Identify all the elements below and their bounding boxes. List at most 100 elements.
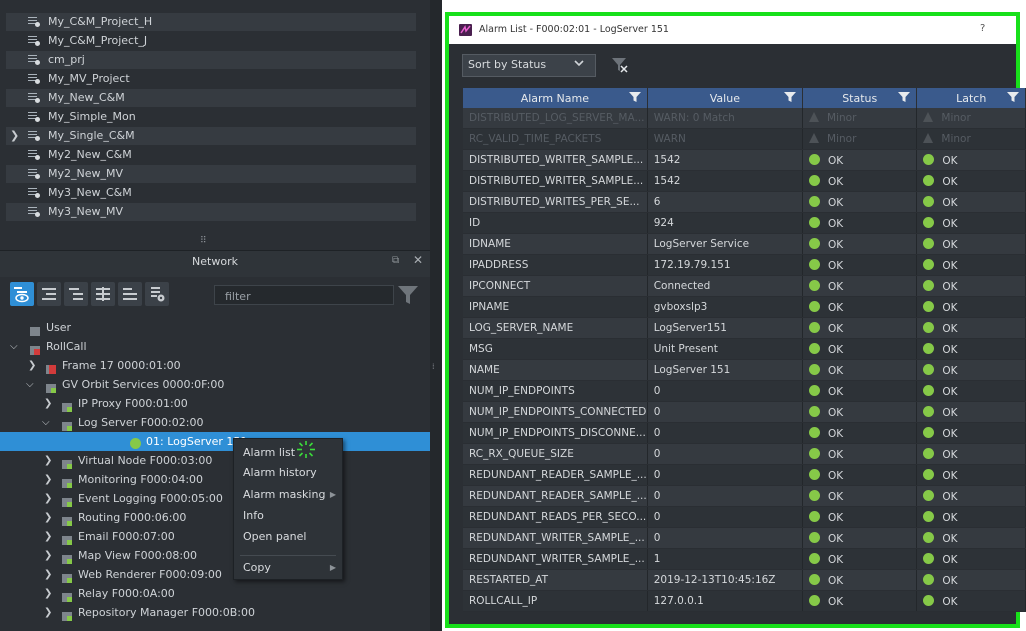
column-filter-icon[interactable]	[784, 91, 797, 106]
column-filter-icon[interactable]	[1007, 91, 1019, 106]
table-row[interactable]: REDUNDANT_WRITER_SAMPLE_... 1 OK OK	[463, 548, 1026, 570]
chevron-down-icon[interactable]: ⌵	[42, 413, 50, 432]
chevron-right-icon[interactable]: ❯	[44, 508, 52, 527]
table-row[interactable]: REDUNDANT_READS_PER_SECO... 0 OK OK	[463, 506, 1026, 528]
chevron-right-icon[interactable]: ❯	[28, 356, 36, 375]
column-header-status[interactable]: Status	[802, 88, 918, 108]
table-row[interactable]: NUM_IP_ENDPOINTS_CONNECTED 0 OK OK	[463, 401, 1026, 423]
expand-all-icon[interactable]	[91, 282, 115, 306]
table-row[interactable]: IPCONNECT Connected OK OK	[463, 275, 1026, 297]
table-row[interactable]: DISTRIBUTED_LOG_SERVER_MA... WARN: 0 Matc…	[463, 108, 1026, 129]
chevron-down-icon[interactable]	[573, 57, 585, 72]
column-header-alarm-name[interactable]: Alarm Name	[463, 88, 648, 108]
chevron-right-icon[interactable]: ❯	[44, 603, 52, 622]
project-item[interactable]: My_C&M_Project_H	[6, 13, 416, 31]
menu-item[interactable]: Open panel	[234, 527, 342, 547]
chevron-right-icon[interactable]: ❯	[44, 565, 52, 584]
table-row[interactable]: NUM_IP_ENDPOINTS_DISCONNE... 0 OK OK	[463, 422, 1026, 444]
table-row[interactable]: RC_RX_QUEUE_SIZE 0 OK OK	[463, 443, 1026, 465]
table-row[interactable]: MSG Unit Present OK OK	[463, 338, 1026, 360]
table-row[interactable]: RESTARTED_AT 2019-12-13T10:45:16Z OK OK	[463, 569, 1026, 591]
project-item[interactable]: cm_prj	[6, 51, 416, 69]
tree-node[interactable]: ❯ IP Proxy F000:01:00	[0, 394, 430, 413]
splitter-grip-icon[interactable]: ⠿	[200, 237, 214, 246]
project-item[interactable]: My_Simple_Mon	[6, 108, 416, 126]
table-row[interactable]: ID 924 OK OK	[463, 212, 1026, 234]
service-icon	[62, 418, 72, 431]
pane-splitter[interactable]	[430, 0, 442, 631]
table-row[interactable]: LOG_SERVER_NAME LogServer151 OK OK	[463, 317, 1026, 339]
tree-node[interactable]: ❯ Routing F000:06:00	[0, 508, 430, 527]
menu-item[interactable]: Copy ▶	[234, 558, 342, 578]
tree-node[interactable]: User	[0, 318, 430, 337]
expand-tree-icon[interactable]	[37, 282, 61, 306]
chevron-right-icon[interactable]: ❯	[44, 584, 52, 603]
tree-node[interactable]: ❯ Relay F000:0A:00	[0, 584, 430, 603]
table-row[interactable]: IDNAME LogServer Service OK OK	[463, 233, 1026, 255]
table-row[interactable]: REDUNDANT_READER_SAMPLE_... 0 OK OK	[463, 464, 1026, 486]
project-item[interactable]: My2_New_MV	[6, 165, 416, 183]
tree-node[interactable]: ⌵ RollCall	[0, 337, 430, 356]
table-row[interactable]: NUM_IP_ENDPOINTS 0 OK OK	[463, 380, 1026, 402]
chevron-right-icon[interactable]: ❯	[10, 127, 19, 145]
project-item[interactable]: My_New_C&M	[6, 89, 416, 107]
alarm-value-cell: 0	[647, 527, 804, 549]
table-row[interactable]: RC_VALID_TIME_PACKETS WARN Minor Minor	[463, 128, 1026, 150]
tree-node[interactable]: ❯ Monitoring F000:04:00	[0, 470, 430, 489]
filter-field[interactable]	[214, 285, 394, 305]
chevron-down-icon[interactable]: ⌵	[26, 375, 34, 394]
tree-node[interactable]: ⌵ GV Orbit Services 0000:0F:00	[0, 375, 430, 394]
tree-node[interactable]: ❯ Map View F000:08:00	[0, 546, 430, 565]
show-view-icon[interactable]	[10, 282, 34, 306]
menu-item[interactable]: Alarm history	[234, 463, 342, 483]
tree-node[interactable]: ❯ Email F000:07:00	[0, 527, 430, 546]
table-row[interactable]: IPNAME gvboxslp3 OK OK	[463, 296, 1026, 318]
project-item[interactable]: My3_New_MV	[6, 203, 416, 221]
chevron-right-icon[interactable]: ❯	[44, 489, 52, 508]
splitter-handle-icon[interactable]: ⁞	[432, 362, 435, 371]
tree-node[interactable]: ❯ Web Renderer F000:09:00	[0, 565, 430, 584]
chevron-right-icon[interactable]: ❯	[44, 527, 52, 546]
table-row[interactable]: DISTRIBUTED_WRITER_SAMPLE... 1542 OK OK	[463, 149, 1026, 171]
help-button[interactable]: ?	[980, 23, 985, 34]
column-filter-icon[interactable]	[898, 91, 911, 106]
filter-funnel-icon[interactable]	[396, 283, 420, 310]
table-row[interactable]: REDUNDANT_READER_SAMPLE_... 0 OK OK	[463, 485, 1026, 507]
project-item[interactable]: ❯ My_Single_C&M	[6, 127, 416, 145]
tree-node[interactable]: ❯ Virtual Node F000:03:00	[0, 451, 430, 470]
chevron-right-icon[interactable]: ❯	[44, 546, 52, 565]
column-header-latch[interactable]: Latch	[916, 88, 1026, 108]
project-item[interactable]: My2_New_C&M	[6, 146, 416, 164]
table-row[interactable]: DISTRIBUTED_WRITER_SAMPLE... 1542 OK OK	[463, 170, 1026, 192]
project-item[interactable]: My_C&M_Project_J	[6, 32, 416, 50]
tree-node[interactable]: ⌵ Log Server F000:02:00	[0, 413, 430, 432]
float-panel-icon[interactable]: ⧉	[392, 255, 399, 266]
filter-input[interactable]	[223, 288, 387, 304]
tree-node[interactable]: ❯ Frame 17 0000:01:00	[0, 356, 430, 375]
table-row[interactable]: IPADDRESS 172.19.79.151 OK OK	[463, 254, 1026, 276]
table-row[interactable]: NAME LogServer 151 OK OK	[463, 359, 1026, 381]
chevron-right-icon[interactable]: ❯	[44, 394, 52, 413]
table-row[interactable]: DISTRIBUTED_WRITES_PER_SE... 6 OK OK	[463, 191, 1026, 213]
collapse-all-icon[interactable]	[118, 282, 142, 306]
menu-item[interactable]: Alarm masking ▶	[234, 485, 342, 505]
menu-item[interactable]: Alarm list	[234, 443, 342, 463]
tree-node[interactable]: ❯ Event Logging F000:05:00	[0, 489, 430, 508]
column-header-value[interactable]: Value	[647, 88, 804, 108]
close-icon[interactable]: ✕	[413, 253, 423, 267]
chevron-right-icon[interactable]: ❯	[44, 451, 52, 470]
column-filter-icon[interactable]	[628, 91, 641, 106]
project-item[interactable]: My3_New_C&M	[6, 184, 416, 202]
project-item[interactable]: My_MV_Project	[6, 70, 416, 88]
clear-filter-icon[interactable]	[610, 56, 630, 77]
tree-node[interactable]: ❯ Repository Manager F000:0B:00	[0, 603, 430, 622]
table-row[interactable]: REDUNDANT_WRITER_SAMPLE_... 0 OK OK	[463, 527, 1026, 549]
service-icon	[62, 570, 72, 583]
chevron-right-icon[interactable]: ❯	[44, 470, 52, 489]
collapse-tree-icon[interactable]	[64, 282, 88, 306]
tree-node[interactable]: 01: LogServer 151	[0, 432, 430, 451]
menu-item[interactable]: Info	[234, 506, 342, 526]
monitoring-view-icon[interactable]	[145, 282, 169, 306]
table-row[interactable]: ROLLCALL_IP 127.0.0.1 OK OK	[463, 590, 1026, 612]
chevron-down-icon[interactable]: ⌵	[10, 337, 18, 356]
